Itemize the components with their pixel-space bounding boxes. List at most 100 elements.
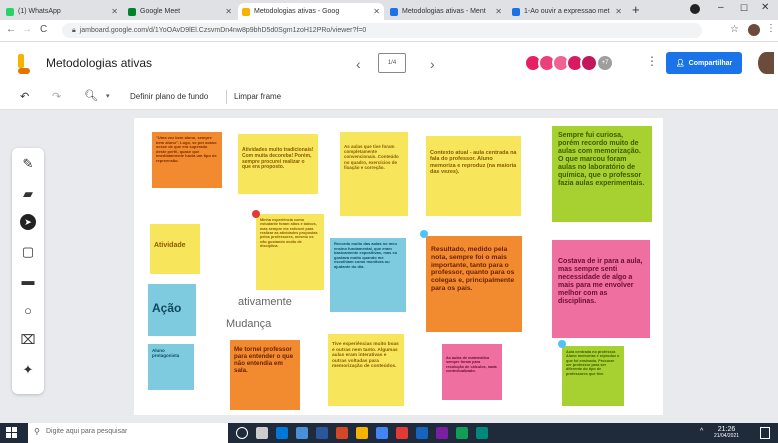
- windows-start-icon[interactable]: [6, 427, 18, 439]
- chrome-icon[interactable]: [376, 427, 388, 439]
- reload-icon[interactable]: C: [40, 24, 47, 35]
- sticky-note[interactable]: Atividades muito tradicionais! Com muita…: [238, 134, 318, 194]
- more-collaborators-badge[interactable]: +7: [596, 54, 614, 72]
- window-close-icon[interactable]: ✕: [761, 2, 769, 13]
- browser-tab-expression[interactable]: 1-Ao ouvir a expressao met ✕: [508, 3, 626, 20]
- forward-icon[interactable]: →: [22, 24, 32, 35]
- cortana-icon[interactable]: [236, 427, 248, 439]
- app-icon[interactable]: [396, 427, 408, 439]
- edge-icon[interactable]: [276, 427, 288, 439]
- close-icon[interactable]: ✕: [373, 7, 380, 16]
- jamboard-canvas[interactable]: "Uma vez bem aluno, sempre bem aluno". L…: [134, 118, 663, 415]
- circle-icon[interactable]: ○: [20, 302, 36, 318]
- collaborator-count: +7: [601, 60, 609, 66]
- sticky-note[interactable]: Costava de ir para a aula, mas sempre se…: [552, 240, 650, 338]
- app-icon[interactable]: [416, 427, 428, 439]
- bookmark-star-icon[interactable]: ☆: [730, 24, 739, 35]
- close-icon[interactable]: ✕: [225, 7, 232, 16]
- sticky-note[interactable]: Atividade: [150, 224, 200, 274]
- mentimeter-icon: [390, 7, 398, 16]
- zoom-dropdown-icon[interactable]: ▾: [106, 92, 110, 100]
- lock-icon: 🔒︎: [72, 27, 76, 34]
- powerpoint-icon[interactable]: [336, 427, 348, 439]
- sticky-note[interactable]: Aula centrada no professor. Aluno memori…: [562, 346, 624, 406]
- close-icon[interactable]: ✕: [495, 7, 502, 16]
- chrome-menu-icon[interactable]: ⋮: [766, 23, 776, 34]
- chrome-avatar[interactable]: [748, 24, 760, 36]
- meet-icon: [128, 7, 136, 16]
- jamboard-taskbar-icon[interactable]: [356, 427, 368, 439]
- tab-label: Metodologias ativas - Goog: [254, 8, 340, 15]
- pen-icon[interactable]: ✎: [20, 156, 36, 172]
- profile-icon[interactable]: [690, 4, 700, 14]
- tab-label: Google Meet: [140, 8, 181, 15]
- tab-label: Metodologias ativas - Ment: [402, 8, 486, 15]
- sticky-note[interactable]: Aluno protagonista: [148, 344, 194, 390]
- browser-tab-whatsapp[interactable]: (1) WhatsApp ✕: [2, 3, 122, 20]
- sticky-note[interactable]: Resultado, medido pela nota, sempre foi …: [426, 236, 522, 332]
- close-icon[interactable]: ✕: [615, 7, 622, 16]
- system-tray-icon[interactable]: ^: [700, 428, 703, 435]
- clock[interactable]: 21:26 21/04/2021: [714, 426, 739, 439]
- redo-icon[interactable]: ↷: [52, 90, 61, 103]
- laser-icon[interactable]: ✦: [20, 362, 36, 378]
- back-icon[interactable]: ←: [6, 24, 16, 35]
- next-frame-button[interactable]: ›: [430, 56, 435, 72]
- zoom-icon[interactable]: 🔍︎: [84, 89, 98, 102]
- task-view-icon[interactable]: [256, 427, 268, 439]
- minimize-icon[interactable]: –: [718, 2, 724, 13]
- board-toolbar: ↶ ↷ 🔍︎ ▾ Definir plano de fundo Limpar f…: [0, 86, 778, 110]
- app-icon[interactable]: [456, 427, 468, 439]
- new-tab-button[interactable]: +: [632, 2, 640, 17]
- close-icon[interactable]: ✕: [111, 7, 118, 16]
- undo-icon[interactable]: ↶: [20, 90, 29, 103]
- board-text-mudanca[interactable]: Mudança: [226, 318, 271, 330]
- store-icon[interactable]: [296, 427, 308, 439]
- address-toolbar: ← → C 🔒︎ jamboard.google.com/d/1YoOAvD9lE…: [0, 20, 778, 42]
- browser-tab-meet[interactable]: Google Meet ✕: [124, 3, 236, 20]
- image-icon[interactable]: ▬: [20, 272, 36, 288]
- notifications-icon[interactable]: [760, 427, 770, 439]
- frame-thumbnail[interactable]: 1/4: [378, 53, 406, 73]
- app-icon[interactable]: [436, 427, 448, 439]
- browser-tab-jamboard[interactable]: Metodologias ativas - Goog ✕: [238, 3, 384, 20]
- search-placeholder: Digite aqui para pesquisar: [46, 428, 128, 435]
- prev-frame-button[interactable]: ‹: [356, 56, 361, 72]
- jamboard-logo-icon: [18, 54, 30, 74]
- sticky-note[interactable]: Sempre fui curiosa, porém recordo muito …: [552, 126, 652, 222]
- app-icon[interactable]: [476, 427, 488, 439]
- account-avatar[interactable]: [758, 52, 774, 74]
- page-title[interactable]: Metodologias ativas: [46, 56, 152, 70]
- sticky-note-icon[interactable]: ▢: [20, 244, 36, 260]
- eraser-icon[interactable]: ▰: [20, 186, 36, 202]
- sticky-note[interactable]: Ação: [148, 284, 196, 336]
- jamboard-icon: [242, 7, 250, 16]
- sticky-note[interactable]: As aulas de matemática sempre foram para…: [442, 344, 502, 400]
- maximize-icon[interactable]: ☐: [740, 3, 748, 14]
- text-box-icon[interactable]: ⌧: [20, 332, 36, 348]
- sticky-note[interactable]: Tive experiências muito boas e outras ne…: [328, 334, 404, 406]
- sticky-note[interactable]: "Uma vez bem aluno, sempre bem aluno". L…: [152, 132, 222, 188]
- set-background-button[interactable]: Definir plano de fundo: [130, 92, 208, 101]
- clear-frame-button[interactable]: Limpar frame: [234, 92, 281, 101]
- jamboard-header: Metodologias ativas ‹ 1/4 › +7 ⋮ 👤︎ Compa…: [0, 42, 778, 86]
- collaborator-cursor: [558, 340, 566, 348]
- sticky-note[interactable]: Minha experiência como estudante foram a…: [256, 214, 324, 290]
- windows-taskbar: ⚲ Digite aqui para pesquisar ^ 21:26 21/…: [0, 423, 778, 443]
- board-text-ativamente[interactable]: ativamente: [238, 296, 292, 308]
- select-icon[interactable]: ➤: [20, 214, 36, 230]
- url-field[interactable]: 🔒︎ jamboard.google.com/d/1YoOAvD9lEl.Czsv…: [62, 23, 702, 38]
- browser-tab-mentimeter[interactable]: Metodologias ativas - Ment ✕: [386, 3, 506, 20]
- word-icon[interactable]: [316, 427, 328, 439]
- taskbar-search-field[interactable]: ⚲ Digite aqui para pesquisar: [28, 423, 228, 443]
- sticky-note[interactable]: Recordo muito das aulas no meu ensino fu…: [330, 238, 406, 312]
- lock-icon: 👤︎: [675, 60, 685, 67]
- sticky-note[interactable]: As aulas que tive foram completamente co…: [340, 132, 408, 216]
- sticky-note[interactable]: Contexto atual - aula centrada na fala d…: [426, 136, 521, 216]
- sticky-note[interactable]: Me tornei professor para entender o que …: [230, 340, 300, 410]
- more-options-icon[interactable]: ⋮: [646, 54, 658, 68]
- share-button[interactable]: 👤︎ Compartilhar: [666, 52, 742, 74]
- collaborator-cursor: [252, 210, 260, 218]
- browser-tabstrip: (1) WhatsApp ✕ Google Meet ✕ Metodologia…: [0, 0, 778, 20]
- drawing-toolbar: ✎ ▰ ➤ ▢ ▬ ○ ⌧ ✦: [12, 148, 44, 394]
